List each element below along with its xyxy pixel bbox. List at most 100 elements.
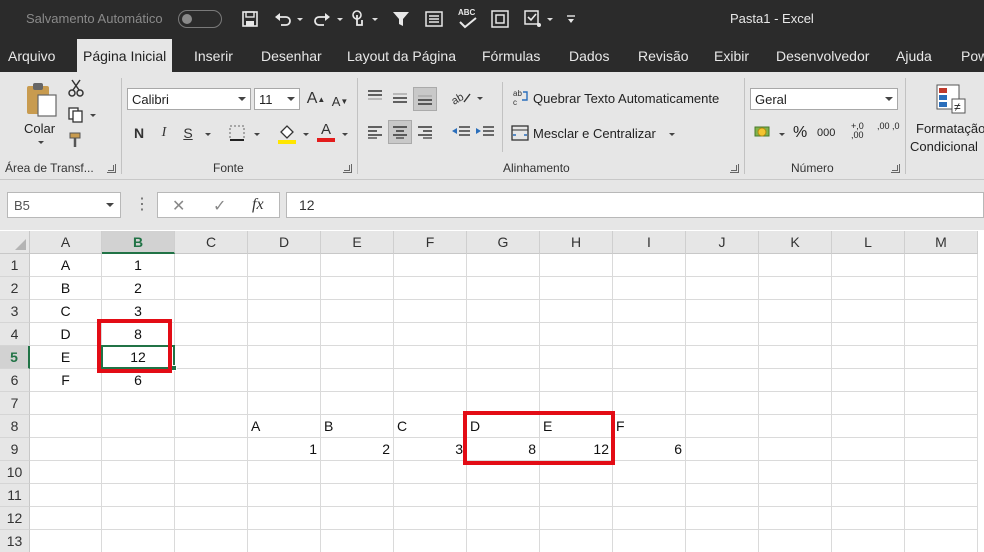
touch-dropdown-icon[interactable] [372, 18, 378, 21]
cell-a9[interactable] [30, 438, 102, 461]
cell-d13[interactable] [248, 530, 321, 552]
column-header-c[interactable]: C [175, 231, 248, 254]
cell-d2[interactable] [248, 277, 321, 300]
cell-a8[interactable] [30, 415, 102, 438]
cell-a13[interactable] [30, 530, 102, 552]
cell-d1[interactable] [248, 254, 321, 277]
cell-f7[interactable] [394, 392, 467, 415]
row-header-2[interactable]: 2 [0, 277, 30, 300]
cell-d5[interactable] [248, 346, 321, 369]
conditional-format-icon[interactable]: ≠ [934, 82, 968, 116]
cell-c2[interactable] [175, 277, 248, 300]
name-box[interactable]: B5 [7, 192, 121, 218]
cell-l9[interactable] [832, 438, 905, 461]
fill-handle[interactable] [171, 365, 177, 371]
cell-f12[interactable] [394, 507, 467, 530]
autosave-toggle[interactable] [178, 10, 222, 28]
cell-m1[interactable] [905, 254, 978, 277]
camera-icon[interactable] [489, 7, 511, 31]
shrink-font-button[interactable]: A ▼ [330, 90, 350, 112]
cell-g11[interactable] [467, 484, 540, 507]
cell-m2[interactable] [905, 277, 978, 300]
cell-k6[interactable] [759, 369, 832, 392]
cell-j2[interactable] [686, 277, 759, 300]
cell-f5[interactable] [394, 346, 467, 369]
cell-i11[interactable] [613, 484, 686, 507]
cell-d10[interactable] [248, 461, 321, 484]
align-center-icon[interactable] [388, 120, 412, 144]
cell-i7[interactable] [613, 392, 686, 415]
cell-l8[interactable] [832, 415, 905, 438]
underline-button[interactable]: S [179, 122, 197, 144]
tab-revisao[interactable]: Revisão [638, 48, 689, 64]
cell-h7[interactable] [540, 392, 613, 415]
underline-dropdown-icon[interactable] [205, 133, 211, 136]
customize-qat-icon[interactable] [564, 7, 578, 31]
clipboard-launcher-icon[interactable] [107, 164, 116, 173]
cell-h8[interactable]: E [540, 415, 613, 438]
cell-j13[interactable] [686, 530, 759, 552]
borders-icon[interactable] [226, 123, 248, 143]
cell-g1[interactable] [467, 254, 540, 277]
format-painter-icon[interactable] [66, 130, 86, 150]
cell-m7[interactable] [905, 392, 978, 415]
column-header-a[interactable]: A [30, 231, 102, 254]
cell-h3[interactable] [540, 300, 613, 323]
align-left-icon[interactable] [365, 122, 385, 142]
align-bottom-icon[interactable] [413, 87, 437, 111]
cell-b3[interactable]: 3 [102, 300, 175, 323]
thousands-button[interactable]: 000 [817, 127, 835, 139]
cell-i9[interactable]: 6 [613, 438, 686, 461]
accounting-format-icon[interactable] [752, 122, 774, 142]
cell-m8[interactable] [905, 415, 978, 438]
cell-f8[interactable]: C [394, 415, 467, 438]
cell-k5[interactable] [759, 346, 832, 369]
cell-c12[interactable] [175, 507, 248, 530]
cell-h9[interactable]: 12 [540, 438, 613, 461]
row-header-10[interactable]: 10 [0, 461, 30, 484]
cell-k9[interactable] [759, 438, 832, 461]
cell-e6[interactable] [321, 369, 394, 392]
cell-a2[interactable]: B [30, 277, 102, 300]
cell-d8[interactable]: A [248, 415, 321, 438]
cell-e9[interactable]: 2 [321, 438, 394, 461]
cell-a12[interactable] [30, 507, 102, 530]
redo-icon[interactable] [311, 7, 333, 31]
cancel-icon[interactable]: ✕ [172, 196, 185, 216]
cell-b12[interactable] [102, 507, 175, 530]
font-color-dropdown-icon[interactable] [342, 133, 348, 136]
cell-l4[interactable] [832, 323, 905, 346]
tab-exibir[interactable]: Exibir [714, 48, 749, 64]
cell-l2[interactable] [832, 277, 905, 300]
cell-b4[interactable]: 8 [102, 323, 175, 346]
row-header-9[interactable]: 9 [0, 438, 30, 461]
cell-e5[interactable] [321, 346, 394, 369]
conditional-format-label-2[interactable]: Condicional [910, 139, 978, 154]
cell-b11[interactable] [102, 484, 175, 507]
cell-e8[interactable]: B [321, 415, 394, 438]
cell-m10[interactable] [905, 461, 978, 484]
cell-f3[interactable] [394, 300, 467, 323]
cell-d7[interactable] [248, 392, 321, 415]
cell-e10[interactable] [321, 461, 394, 484]
column-header-i[interactable]: I [613, 231, 686, 254]
cell-i2[interactable] [613, 277, 686, 300]
tab-ajuda[interactable]: Ajuda [896, 48, 932, 64]
cell-f6[interactable] [394, 369, 467, 392]
cell-g7[interactable] [467, 392, 540, 415]
cell-j4[interactable] [686, 323, 759, 346]
tab-layout-da-pagina[interactable]: Layout da Página [347, 48, 456, 64]
merge-center-icon[interactable] [510, 123, 530, 143]
cell-e12[interactable] [321, 507, 394, 530]
accounting-dropdown-icon[interactable] [779, 133, 785, 136]
tab-inserir[interactable]: Inserir [194, 48, 233, 64]
cell-l11[interactable] [832, 484, 905, 507]
cell-e13[interactable] [321, 530, 394, 552]
save-icon[interactable] [240, 7, 260, 31]
cell-m3[interactable] [905, 300, 978, 323]
cell-h11[interactable] [540, 484, 613, 507]
cell-h12[interactable] [540, 507, 613, 530]
tab-dados[interactable]: Dados [569, 48, 609, 64]
row-header-3[interactable]: 3 [0, 300, 30, 323]
row-header-7[interactable]: 7 [0, 392, 30, 415]
